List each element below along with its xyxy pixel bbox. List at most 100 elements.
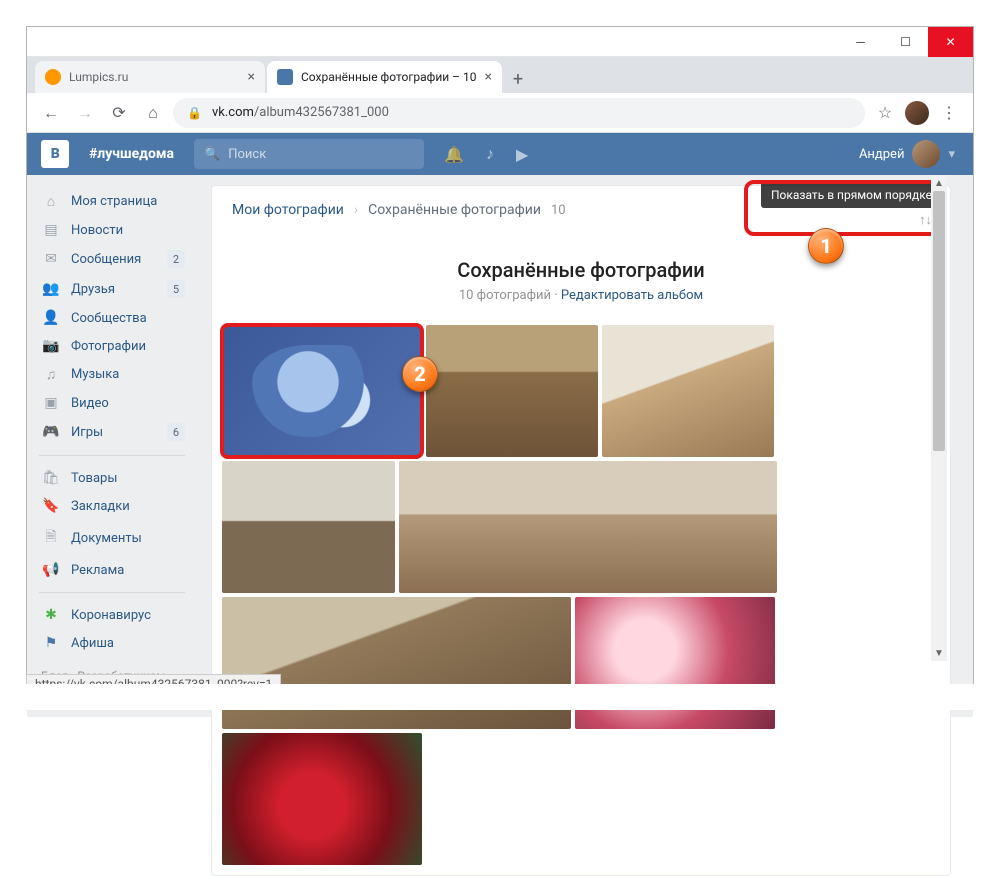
close-tab-icon[interactable]: ×	[248, 69, 255, 85]
vk-search-input[interactable]: 🔍 Поиск	[194, 139, 424, 169]
new-tab-button[interactable]: +	[504, 65, 532, 93]
sidebar: ⌂Моя страница ▤Новости ✉ Сообщения 2 👥 Друз…	[27, 175, 197, 717]
sidebar-item-covid[interactable]: ✱ Коронавирус	[27, 601, 197, 629]
sidebar-item-ads[interactable]: 📢Реклама	[27, 556, 197, 584]
sidebar-item-label: Моя страница	[71, 194, 157, 209]
video-hub-icon[interactable]: ▶	[516, 145, 528, 164]
vk-username: Андрей	[859, 147, 905, 162]
sidebar-separator	[39, 592, 185, 593]
window-close-button[interactable]: ✕	[928, 27, 973, 57]
sidebar-item-label: Товары	[71, 471, 117, 486]
sidebar-separator	[39, 455, 185, 456]
sidebar-item-market[interactable]: 🛍Товары	[27, 464, 197, 492]
breadcrumb-album: Сохранённые фотографии	[368, 202, 541, 218]
photo-thumbnail[interactable]	[222, 733, 422, 865]
main-content: Мои фотографии › Сохранённые фотографии …	[197, 175, 973, 717]
docs-icon: 🗎	[41, 526, 61, 550]
photo-thumbnail[interactable]	[575, 597, 775, 729]
sidebar-item-label: Реклама	[71, 563, 124, 578]
friends-icon: 👥	[41, 281, 61, 297]
scroll-up-button[interactable]: ▲	[931, 175, 947, 191]
tab-title: Сохранённые фотографии – 10	[301, 70, 477, 84]
messages-icon: ✉	[41, 251, 61, 267]
vk-user-menu[interactable]: Андрей ▾	[859, 140, 955, 168]
window-maximize-button[interactable]: ☐	[883, 27, 928, 57]
sidebar-item-friends[interactable]: 👥Друзья5	[27, 274, 197, 304]
search-icon: 🔍	[204, 147, 220, 162]
annotation-marker-1: 1	[808, 228, 844, 264]
nav-forward-button[interactable]: →	[71, 99, 99, 127]
browser-tab-lumpics[interactable]: Lumpics.ru ×	[35, 61, 265, 93]
covid-icon: ✱	[41, 607, 61, 623]
sidebar-item-label: Афиша	[71, 636, 114, 651]
browser-tab-vk[interactable]: Сохранённые фотографии – 10 ×	[267, 61, 502, 93]
nav-reload-button[interactable]: ⟳	[105, 99, 133, 127]
video-icon: ▣	[41, 395, 61, 411]
tab-title: Lumpics.ru	[69, 70, 128, 84]
scroll-thumb[interactable]	[933, 191, 945, 451]
vk-hashtag[interactable]: #лучшедома	[89, 146, 174, 162]
notifications-icon[interactable]: 🔔	[444, 145, 464, 164]
sidebar-item-label: Сообщения	[71, 252, 141, 267]
vk-avatar	[912, 140, 940, 168]
sidebar-item-groups[interactable]: 👤 Сообщества	[27, 304, 197, 332]
photo-thumbnail[interactable]	[222, 325, 422, 457]
scroll-down-button[interactable]: ▼	[931, 645, 947, 661]
sidebar-item-afisha[interactable]: ⚑ Афиша	[27, 629, 197, 657]
sidebar-item-games[interactable]: 🎮Игры6	[27, 417, 197, 447]
profile-avatar-button[interactable]	[905, 101, 929, 125]
sidebar-item-label: Коронавирус	[71, 608, 151, 623]
sidebar-item-music[interactable]: ♫Музыка	[27, 360, 197, 389]
page-scrollbar[interactable]: ▲ ▼	[931, 175, 947, 661]
vk-favicon	[277, 69, 293, 85]
photo-thumbnail[interactable]	[222, 461, 395, 593]
url-path: /album432567381_000	[254, 105, 389, 120]
chevron-right-icon: ›	[354, 202, 358, 218]
sidebar-badge: 2	[167, 250, 185, 268]
sidebar-item-label: Игры	[71, 425, 103, 440]
browser-menu-button[interactable]: ⋮	[935, 99, 963, 127]
nav-back-button[interactable]: ←	[37, 99, 65, 127]
groups-icon: 👤	[41, 310, 61, 326]
vk-logo[interactable]: B	[41, 140, 69, 168]
photo-thumbnail[interactable]	[602, 325, 774, 457]
sidebar-item-photos[interactable]: 📷 Фотографии	[27, 332, 197, 360]
browser-toolbar: ← → ⟳ ⌂ 🔒 vk.com/album432567381_000 ☆ ⋮	[27, 93, 973, 133]
edit-album-link[interactable]: Редактировать альбом	[561, 288, 703, 303]
separator: ·	[551, 288, 561, 303]
url-host: vk.com	[212, 105, 254, 120]
address-bar[interactable]: 🔒 vk.com/album432567381_000	[173, 98, 865, 128]
sidebar-item-label: Фотографии	[71, 339, 146, 354]
close-tab-icon[interactable]: ×	[485, 69, 492, 85]
sidebar-item-label: Сообщества	[71, 311, 147, 326]
album-photo-count: 10 фотографий	[459, 288, 551, 303]
breadcrumb-count: 10	[551, 203, 566, 218]
nav-home-button[interactable]: ⌂	[139, 99, 167, 127]
sidebar-item-messages[interactable]: ✉ Сообщения 2	[27, 244, 197, 274]
lock-icon: 🔒	[187, 106, 202, 120]
photo-thumbnail[interactable]	[222, 597, 571, 729]
sidebar-item-my-page[interactable]: ⌂Моя страница	[27, 187, 197, 216]
sidebar-item-video[interactable]: ▣ Видео	[27, 389, 197, 417]
sidebar-item-docs[interactable]: 🗎 Документы	[27, 520, 197, 556]
afisha-icon: ⚑	[41, 635, 61, 651]
sidebar-item-label: Документы	[71, 531, 142, 546]
sidebar-item-label: Новости	[71, 223, 123, 238]
album-title: Сохранённые фотографии	[212, 258, 950, 282]
chevron-down-icon: ▾	[948, 147, 955, 162]
games-icon: 🎮	[41, 424, 61, 440]
window-minimize-button[interactable]: ─	[838, 27, 883, 57]
sidebar-item-label: Видео	[71, 396, 109, 411]
annotation-marker-2: 2	[402, 356, 438, 392]
sidebar-item-label: Закладки	[71, 499, 130, 514]
breadcrumb-root[interactable]: Мои фотографии	[232, 202, 344, 218]
sidebar-item-news[interactable]: ▤Новости	[27, 216, 197, 244]
sidebar-item-bookmarks[interactable]: 🔖 Закладки	[27, 492, 197, 520]
bookmark-star-icon[interactable]: ☆	[871, 99, 899, 127]
sidebar-item-label: Друзья	[71, 282, 115, 297]
music-player-icon[interactable]: ♪	[486, 144, 494, 164]
bookmarks-icon: 🔖	[41, 498, 61, 514]
photo-thumbnail[interactable]	[426, 325, 598, 457]
photos-icon: 📷	[41, 338, 61, 354]
photo-thumbnail[interactable]	[399, 461, 777, 593]
